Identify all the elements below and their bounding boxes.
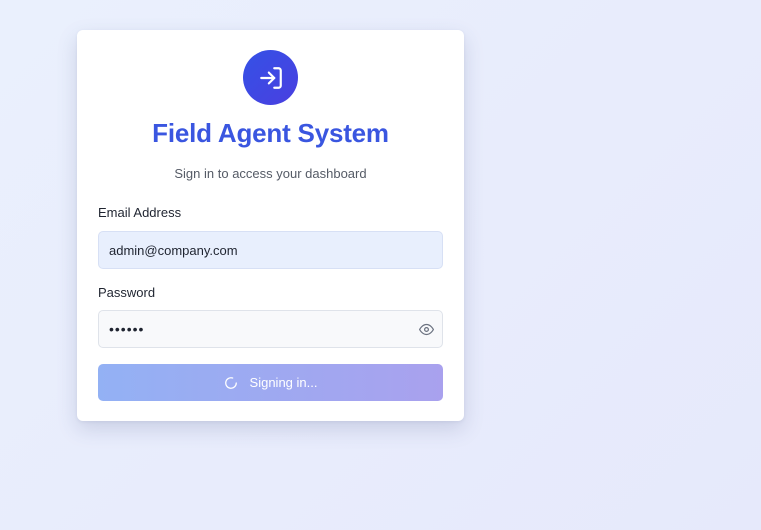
- login-card: Field Agent System Sign in to access you…: [77, 30, 464, 421]
- password-field[interactable]: ••••••: [98, 310, 443, 348]
- page-title: Field Agent System: [152, 118, 389, 148]
- page-subtitle: Sign in to access your dashboard: [174, 166, 367, 181]
- eye-icon[interactable]: [418, 321, 434, 337]
- email-value: admin@company.com: [109, 242, 238, 258]
- sign-in-button-label: Signing in...: [249, 375, 318, 390]
- sign-in-icon: [258, 65, 284, 91]
- password-value: ••••••: [109, 321, 145, 337]
- password-label: Password: [98, 285, 156, 300]
- email-label: Email Address: [98, 205, 182, 220]
- sign-in-button[interactable]: Signing in...: [98, 364, 443, 401]
- logo-badge: [243, 50, 298, 105]
- spinner-icon: [224, 376, 238, 390]
- email-field[interactable]: admin@company.com: [98, 231, 443, 269]
